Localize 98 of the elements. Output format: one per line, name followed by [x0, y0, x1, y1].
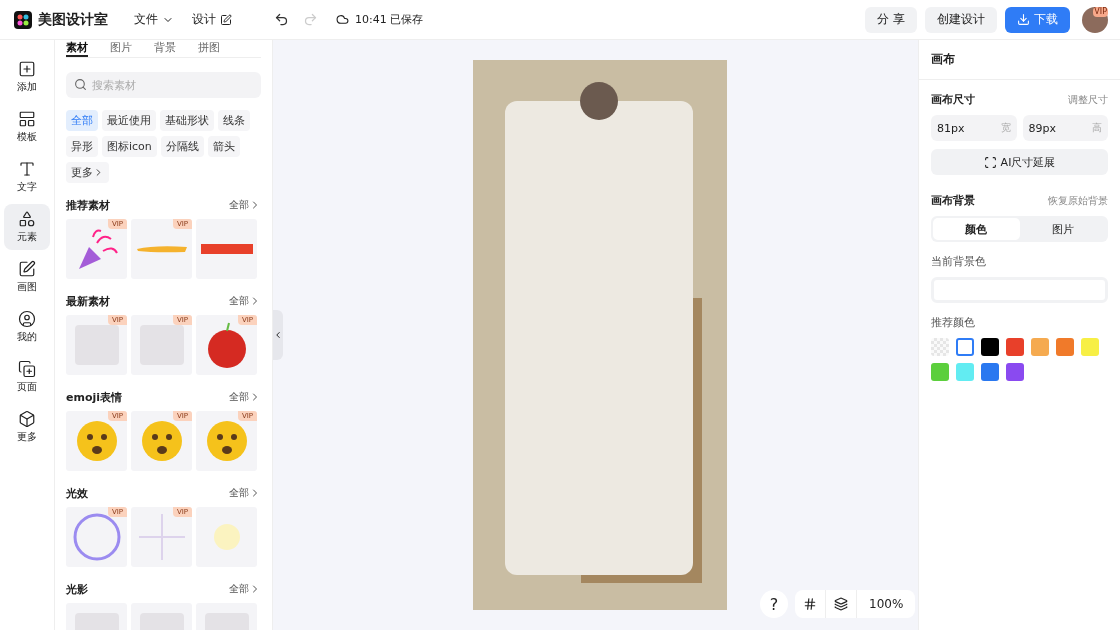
- grid-icon: [803, 597, 817, 611]
- bar-shape-drawing: [200, 244, 253, 254]
- color-swatch[interactable]: [1006, 338, 1024, 356]
- glow-drawing: [211, 522, 242, 552]
- asset-thumbnail[interactable]: [196, 219, 257, 279]
- view-all-link[interactable]: 全部: [229, 486, 261, 500]
- rail-item[interactable]: 画图: [4, 254, 50, 300]
- panel-tab[interactable]: 图片: [110, 40, 132, 57]
- color-swatch[interactable]: [1031, 338, 1049, 356]
- toolbar-button[interactable]: 分 享: [865, 6, 917, 33]
- cloud-icon: [336, 13, 349, 26]
- edit-icon: [220, 13, 232, 26]
- plus-square-icon: [18, 60, 36, 78]
- sticker-placeholder: [74, 325, 119, 365]
- chevron-left-icon: [273, 330, 283, 340]
- filter-chip[interactable]: 异形: [66, 136, 98, 157]
- save-status: 10:41 已保存: [355, 12, 424, 27]
- section-title: emoji表情: [66, 389, 123, 405]
- emoji-face-drawing: [74, 419, 119, 463]
- search-field[interactable]: 搜索素材: [66, 72, 261, 98]
- filter-chip[interactable]: 线条: [218, 110, 250, 131]
- rail-item[interactable]: 更多: [4, 404, 50, 450]
- restore-link[interactable]: 恢复原始背景: [1048, 193, 1108, 208]
- emoji-face-drawing: [204, 419, 249, 463]
- panel-tab[interactable]: 背景: [154, 40, 176, 57]
- sparkle-drawing: [136, 512, 187, 562]
- circle-shape: [580, 82, 618, 120]
- view-all-link[interactable]: 全部: [229, 198, 261, 212]
- segment-tab[interactable]: 图片: [1019, 218, 1106, 240]
- undo-icon: [274, 12, 289, 27]
- filter-chip[interactable]: 全部: [66, 110, 98, 131]
- avatar[interactable]: VIP: [1082, 6, 1108, 33]
- field-label: 当前背景色: [931, 254, 987, 269]
- user-circle-icon: [18, 310, 36, 328]
- shapes-icon: [18, 210, 36, 228]
- view-all-link[interactable]: 全部: [229, 582, 261, 596]
- brush-stroke-drawing: [134, 244, 189, 254]
- panel-title: 画布: [919, 40, 1120, 80]
- redo-icon: [303, 12, 318, 27]
- vip-badge: VIP: [1093, 6, 1108, 17]
- section-title: 光影: [66, 581, 88, 597]
- color-swatch[interactable]: [956, 338, 974, 356]
- section-title: 推荐素材: [66, 197, 110, 213]
- layout-icon: [18, 110, 36, 128]
- rail-item[interactable]: 添加: [4, 54, 50, 100]
- color-swatch[interactable]: [956, 363, 974, 381]
- emoji-face-drawing: [139, 419, 184, 463]
- color-swatch[interactable]: [1081, 338, 1099, 356]
- section-title: 光效: [66, 485, 88, 501]
- filter-chip[interactable]: 更多: [66, 162, 109, 183]
- color-swatch[interactable]: [931, 363, 949, 381]
- logo-icon: [14, 10, 32, 29]
- cube-icon: [18, 410, 36, 428]
- toolbar-button[interactable]: 创建设计: [925, 6, 997, 33]
- field-label: 推荐颜色: [931, 315, 976, 330]
- section-title: 最新素材: [66, 293, 110, 309]
- segment-tab[interactable]: 颜色: [933, 218, 1020, 240]
- rail-item[interactable]: 模板: [4, 104, 50, 150]
- resize-link[interactable]: 调整尺寸: [1068, 92, 1108, 107]
- color-swatch[interactable]: [981, 338, 999, 356]
- panel-tab[interactable]: 拼图: [198, 40, 220, 57]
- help-button[interactable]: ?: [760, 590, 788, 618]
- download-icon: [1017, 13, 1030, 26]
- view-all-link[interactable]: 全部: [229, 294, 261, 308]
- pen-square-icon: [18, 260, 36, 278]
- layers-icon: [834, 597, 848, 611]
- rail-item[interactable]: 文字: [4, 154, 50, 200]
- filter-chip[interactable]: 分隔线: [160, 136, 204, 157]
- panel-tab[interactable]: 素材: [66, 40, 88, 57]
- rail-item[interactable]: 元素: [4, 204, 50, 250]
- collapse-handle[interactable]: [273, 310, 283, 360]
- app-name: 美图设计室: [38, 10, 108, 29]
- section-label: 画布尺寸: [931, 92, 975, 107]
- ai-resize-button[interactable]: AI尺寸延展: [931, 149, 1108, 175]
- scan-frame-icon: [983, 155, 997, 169]
- text-icon: [18, 160, 36, 178]
- sticker-placeholder: [139, 325, 184, 365]
- size-field[interactable]: 89px 高: [1022, 115, 1108, 141]
- color-swatch[interactable]: [1056, 338, 1074, 356]
- asset-thumbnail[interactable]: [196, 507, 257, 567]
- section-label: 画布背景: [931, 193, 975, 208]
- copy-plus-icon: [18, 360, 36, 378]
- color-swatch[interactable]: [1006, 363, 1024, 381]
- menu-button[interactable]: 文件: [128, 7, 180, 32]
- search-icon: [74, 78, 87, 91]
- color-swatch[interactable]: [981, 363, 999, 381]
- rail-item[interactable]: 我的: [4, 304, 50, 350]
- filter-chip[interactable]: 图标icon: [102, 136, 157, 157]
- bubble-drawing: [71, 512, 122, 562]
- filter-chip[interactable]: 基础形状: [160, 110, 214, 131]
- rail-item[interactable]: 页面: [4, 354, 50, 400]
- view-all-link[interactable]: 全部: [229, 390, 261, 404]
- download-button[interactable]: 下载: [1005, 6, 1070, 33]
- filter-chip[interactable]: 箭头: [207, 136, 240, 157]
- size-field[interactable]: 81px 宽: [931, 115, 1017, 141]
- menu-button[interactable]: 设计: [186, 7, 238, 32]
- transparent-swatch[interactable]: [931, 338, 949, 356]
- filter-chip[interactable]: 最近使用: [102, 110, 156, 131]
